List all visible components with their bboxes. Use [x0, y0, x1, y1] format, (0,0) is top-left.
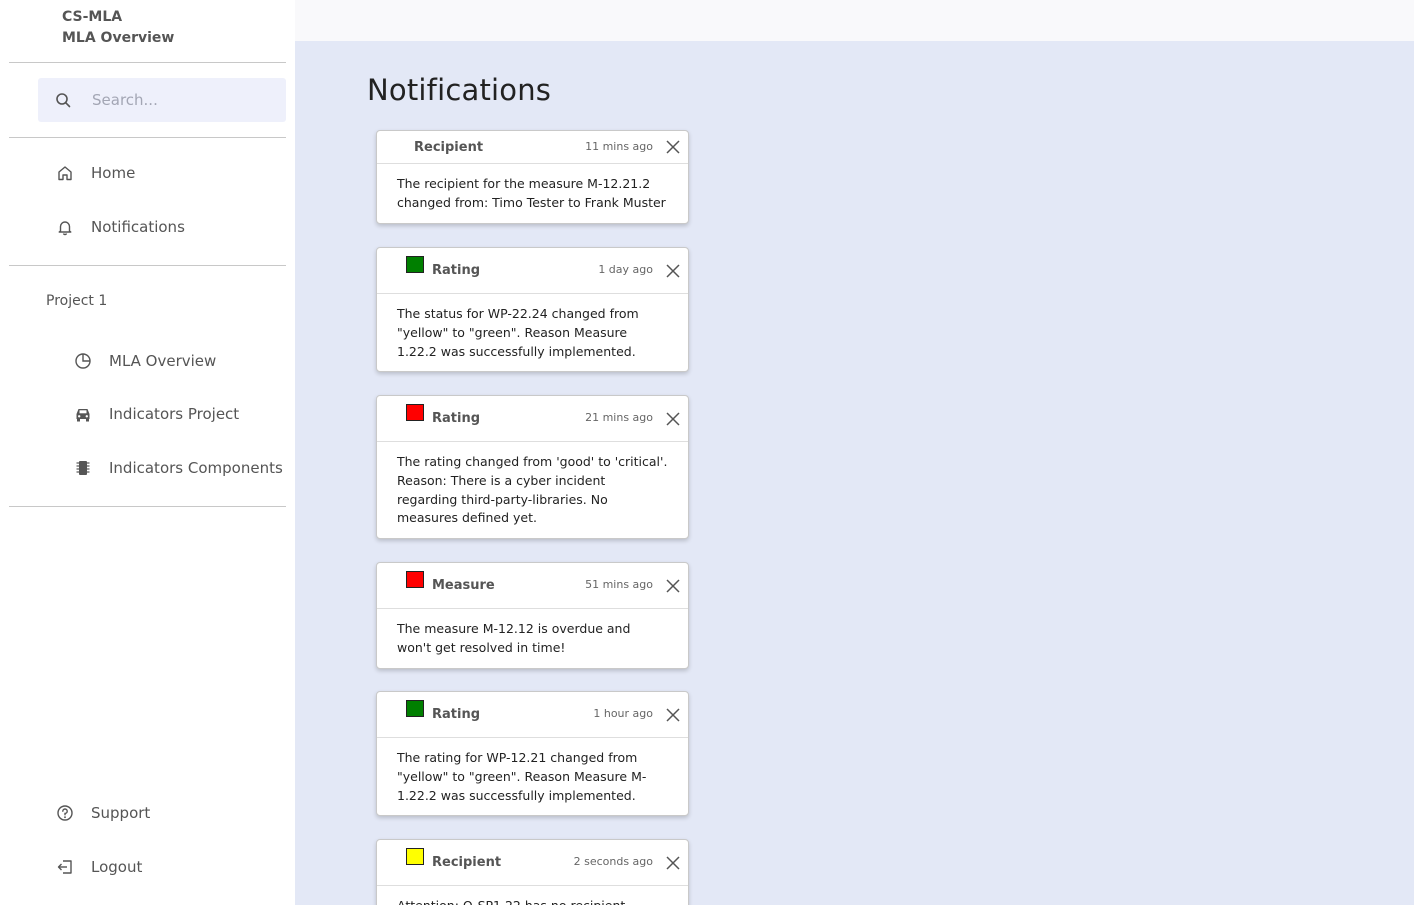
app-subtitle: MLA Overview: [62, 30, 175, 46]
nav-notifications-label: Notifications: [91, 218, 185, 236]
close-icon[interactable]: [665, 411, 681, 427]
divider: [9, 265, 286, 266]
nav-notifications[interactable]: Notifications: [56, 218, 185, 236]
notification-title: Rating: [432, 707, 481, 722]
notification-text: The rating for WP-12.21 changed from "ye…: [397, 750, 647, 803]
notification-card: Rating 21 mins ago The rating changed fr…: [376, 395, 689, 540]
notification-title: Recipient: [432, 855, 502, 870]
nav-mla-overview-label: MLA Overview: [109, 352, 217, 370]
close-icon[interactable]: [665, 707, 681, 723]
top-bar: [295, 0, 1414, 41]
search-icon: [55, 92, 71, 112]
notification-header: Measure 51 mins ago: [377, 563, 688, 609]
nav-support[interactable]: Support: [56, 804, 150, 822]
help-circle-icon: [56, 804, 74, 822]
nav-logout[interactable]: Logout: [56, 858, 142, 876]
notification-card: Recipient 2 seconds ago Attention: Q-SP1…: [376, 839, 689, 905]
notification-title: Recipient: [414, 140, 484, 155]
close-icon[interactable]: [665, 578, 681, 594]
nav-mla-overview[interactable]: MLA Overview: [74, 352, 216, 370]
notification-header: Recipient 11 mins ago: [377, 131, 688, 164]
notification-time: 51 mins ago: [585, 578, 653, 591]
sidebar: CS-MLA MLA Overview Home Notifications P…: [0, 0, 295, 905]
status-swatch: [406, 571, 424, 588]
search-box[interactable]: [38, 78, 286, 122]
close-icon[interactable]: [665, 139, 681, 155]
project-label[interactable]: Project 1: [46, 293, 107, 309]
notification-time: 1 day ago: [598, 263, 653, 276]
chip-icon: [74, 459, 92, 477]
nav-indicators-project-label: Indicators Project: [109, 405, 240, 423]
search-input[interactable]: [92, 88, 272, 112]
notification-card: Recipient 11 mins ago The recipient for …: [376, 130, 689, 224]
status-swatch: [406, 404, 424, 421]
close-icon[interactable]: [665, 855, 681, 871]
close-icon[interactable]: [665, 263, 681, 279]
car-icon: [74, 405, 92, 423]
nav-indicators-components[interactable]: Indicators Components: [74, 459, 283, 477]
notification-title: Rating: [432, 411, 481, 426]
nav-home[interactable]: Home: [56, 164, 135, 182]
page-title: Notifications: [367, 73, 552, 107]
nav-indicators-project[interactable]: Indicators Project: [74, 405, 239, 423]
nav-indicators-components-label: Indicators Components: [109, 459, 283, 477]
divider: [9, 137, 286, 138]
notification-header: Rating 21 mins ago: [377, 396, 688, 442]
notification-time: 2 seconds ago: [573, 855, 653, 868]
notification-header: Rating 1 day ago: [377, 248, 688, 294]
status-swatch: [406, 256, 424, 273]
nav-support-label: Support: [91, 804, 151, 822]
notification-time: 21 mins ago: [585, 411, 653, 424]
nav-logout-label: Logout: [91, 858, 143, 876]
app-brand: CS-MLA MLA Overview: [62, 7, 174, 49]
notification-text: Attention: Q-SP1.22 has no recipient.: [377, 886, 688, 905]
notification-header: Rating 1 hour ago: [377, 692, 688, 738]
notification-card: Rating 1 hour ago The rating for WP-12.2…: [376, 691, 689, 817]
notification-text: The status for WP-22.24 changed from "ye…: [397, 306, 639, 359]
notification-card: Rating 1 day ago The status for WP-22.24…: [376, 247, 689, 373]
home-icon: [56, 164, 74, 182]
notification-header: Recipient 2 seconds ago: [377, 840, 688, 886]
pie-chart-icon: [74, 352, 92, 370]
status-swatch: [406, 848, 424, 865]
app-name: CS-MLA: [62, 9, 123, 25]
status-swatch: [406, 700, 424, 717]
notification-text: The rating changed from 'good' to 'criti…: [397, 454, 668, 526]
notification-text: The recipient for the measure M-12.21.2 …: [397, 176, 666, 210]
notification-text: The measure M-12.12 is overdue and won't…: [397, 621, 631, 655]
bell-icon: [56, 218, 74, 236]
notification-title: Rating: [432, 263, 481, 278]
nav-home-label: Home: [91, 164, 136, 182]
notification-time: 11 mins ago: [585, 140, 653, 153]
logout-icon: [56, 858, 74, 876]
notification-time: 1 hour ago: [593, 707, 653, 720]
divider: [9, 506, 286, 507]
notification-card: Measure 51 mins ago The measure M-12.12 …: [376, 562, 689, 669]
divider: [9, 62, 286, 63]
notification-title: Measure: [432, 578, 495, 593]
